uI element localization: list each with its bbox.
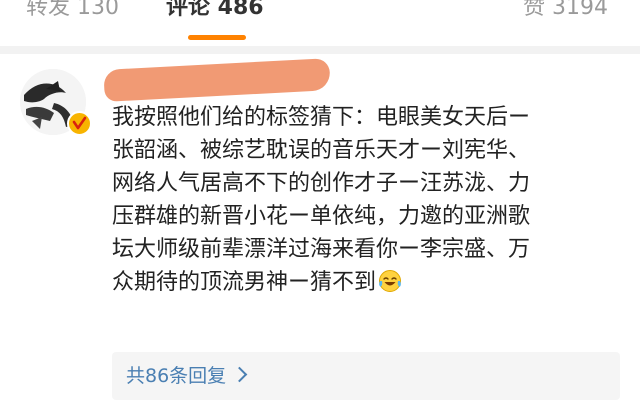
chevron-right-icon — [231, 366, 248, 383]
comment-text: 我按照他们给的标签猜下：电眼美女天后ー 张韶涵、被综艺耽误的音乐天才ー刘宪华、 网络… — [112, 101, 632, 299]
tab-comments[interactable]: 评论 486 — [166, 0, 264, 22]
redacted-username — [103, 58, 331, 102]
comment-line: 压群雄的新晋小花ー单依纯，力邀的亚洲歌 — [112, 204, 531, 229]
section-divider — [0, 46, 640, 54]
comment-line: 张韶涵、被综艺耽误的音乐天才ー刘宪华、 — [112, 138, 531, 163]
laughing-with-tears-icon — [379, 270, 402, 292]
comment-line: 我按照他们给的标签猜下：电眼美女天后ー — [112, 105, 531, 130]
tab-reposts[interactable]: 转发 130 — [26, 0, 119, 22]
tab-likes[interactable]: 赞 3194 — [523, 0, 608, 22]
replies-box[interactable]: 共86条回复 — [112, 352, 620, 400]
active-tab-indicator — [188, 35, 246, 40]
comment-line: 坛大师级前辈漂洋过海来看你ー李宗盛、万 — [112, 237, 531, 262]
replies-count-label: 共86条回复 — [126, 365, 227, 387]
comment-line: 网络人气居高不下的创作才子ー汪苏泷、力 — [112, 171, 531, 196]
view-replies-link[interactable]: 共86条回复 — [126, 362, 248, 390]
comment-line: 众期待的顶流男神ー猜不到 — [112, 270, 377, 295]
tab-bar: 转发 130 评论 486 赞 3194 — [0, 0, 640, 46]
comment-item: 我按照他们给的标签猜下：电眼美女天后ー 张韶涵、被综艺耽误的音乐天才ー刘宪华、 网络… — [0, 54, 640, 406]
verified-badge-icon — [67, 111, 92, 136]
